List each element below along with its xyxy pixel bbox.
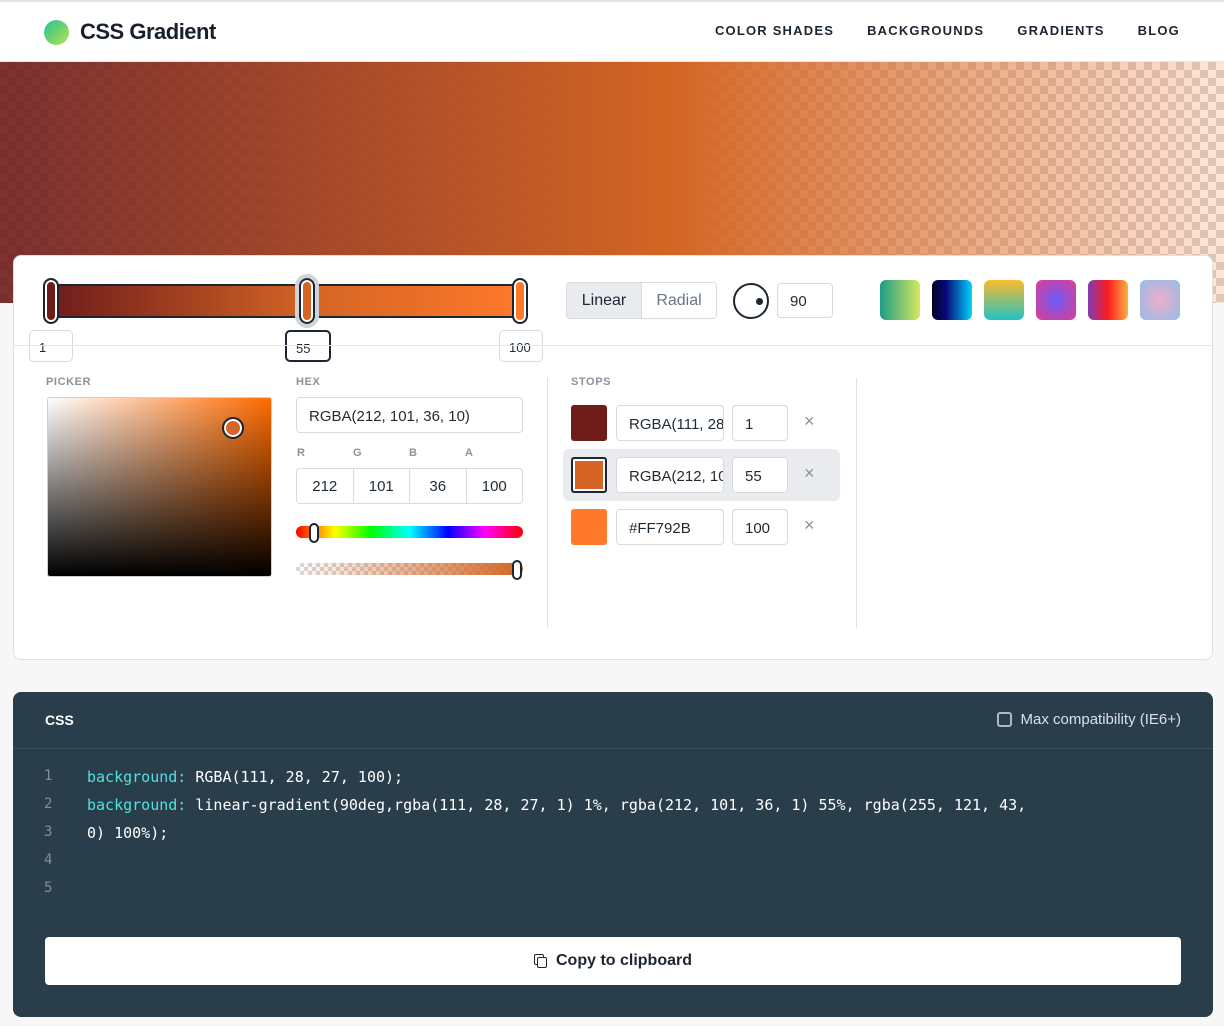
nav-links: COLOR SHADES BACKGROUNDS GRADIENTS BLOG — [715, 23, 1180, 38]
max-compatibility-label: Max compatibility (IE6+) — [1020, 711, 1181, 728]
css-property: background: — [87, 796, 187, 814]
alpha-slider-fill — [296, 563, 523, 575]
rgba-inputs: 212 101 36 100 — [296, 468, 523, 504]
css-panel-title: CSS — [45, 712, 74, 728]
gradient-type-toggle: Linear Radial — [566, 282, 717, 319]
line-number: 1 — [44, 768, 53, 784]
logo[interactable]: CSS Gradient — [44, 19, 216, 45]
stop-position-input-3[interactable]: 100 — [499, 330, 543, 362]
hue-slider[interactable] — [296, 526, 523, 538]
nav-link-backgrounds[interactable]: BACKGROUNDS — [867, 23, 984, 38]
nav-link-blog[interactable]: BLOG — [1138, 23, 1180, 38]
logo-icon — [44, 19, 69, 45]
line-number: 2 — [44, 796, 53, 812]
channel-label-g: G — [353, 447, 362, 459]
angle-input[interactable]: 90 — [777, 283, 833, 318]
preset-green-yellow[interactable] — [880, 280, 920, 320]
copy-icon — [534, 954, 548, 968]
stop-color-input[interactable]: RGBA(212, 101, 36, 100) — [616, 457, 724, 493]
stop-row[interactable]: RGBA(212, 101, 36, 100) 55 × — [563, 449, 840, 501]
hue-slider-handle[interactable] — [309, 523, 319, 543]
css-property: background: — [87, 768, 187, 786]
checkbox-icon[interactable] — [996, 712, 1012, 727]
code-line: 1 background: RGBA(111, 28, 27, 100); — [13, 768, 1213, 796]
preset-swatches — [880, 280, 1180, 320]
preset-red-blue[interactable] — [1088, 280, 1128, 320]
code-line: 2 background: linear-gradient(90deg,rgba… — [13, 796, 1213, 824]
gradient-editor: 1 55 100 Linear Radial 90 PICKER HEX RGB… — [13, 255, 1213, 660]
gradient-bar[interactable] — [46, 284, 528, 318]
hex-input[interactable]: RGBA(212, 101, 36, 10) — [296, 397, 523, 433]
close-icon[interactable]: × — [804, 411, 815, 432]
stop-position-field[interactable]: 1 — [732, 405, 788, 441]
editor-divider — [14, 345, 1212, 346]
gradient-handle-1[interactable] — [43, 278, 59, 324]
stop-position-input-1[interactable]: 1 — [29, 330, 73, 362]
preset-yellow-teal[interactable] — [984, 280, 1024, 320]
channel-label-r: R — [297, 447, 305, 459]
stop-position-input-2[interactable]: 55 — [285, 330, 331, 362]
channel-input-r[interactable]: 212 — [297, 469, 354, 503]
stops-label: STOPS — [571, 376, 612, 388]
stop-swatch[interactable] — [571, 405, 607, 441]
line-number: 3 — [44, 824, 53, 840]
close-icon[interactable]: × — [804, 463, 815, 484]
channel-input-b[interactable]: 36 — [410, 469, 467, 503]
copy-button-label: Copy to clipboard — [556, 952, 692, 969]
picker-knob[interactable] — [222, 417, 244, 439]
stop-swatch[interactable] — [571, 457, 607, 493]
css-output-panel: CSS Max compatibility (IE6+) 1 backgroun… — [13, 692, 1213, 1017]
css-value: 0) 100%); — [87, 824, 169, 842]
code-line: 5 — [13, 880, 1213, 908]
line-number: 5 — [44, 880, 53, 896]
preset-lavender[interactable] — [1140, 280, 1180, 320]
gradient-handle-3[interactable] — [512, 278, 528, 324]
channel-input-g[interactable]: 101 — [354, 469, 410, 503]
nav-link-color-shades[interactable]: COLOR SHADES — [715, 23, 834, 38]
code-line: 4 — [13, 852, 1213, 880]
stop-row[interactable]: RGBA(111, 28, 27, 100) 1 × — [563, 397, 840, 449]
stop-position-field[interactable]: 100 — [732, 509, 788, 545]
css-value: linear-gradient(90deg,rgba(111, 28, 27, … — [186, 796, 1027, 814]
column-divider-1 — [547, 378, 548, 628]
type-linear-button[interactable]: Linear — [567, 283, 642, 318]
channel-label-a: A — [465, 447, 473, 459]
column-divider-2 — [856, 378, 857, 628]
angle-dial-dot — [756, 298, 763, 305]
type-radial-button[interactable]: Radial — [642, 283, 716, 318]
picker-label: PICKER — [46, 376, 92, 388]
stop-swatch[interactable] — [571, 509, 607, 545]
channel-label-b: B — [409, 447, 417, 459]
angle-dial-icon[interactable] — [733, 283, 769, 319]
alpha-slider-handle[interactable] — [512, 560, 522, 580]
stop-color-input[interactable]: #FF792B — [616, 509, 724, 545]
nav-link-gradients[interactable]: GRADIENTS — [1017, 23, 1104, 38]
stop-color-input[interactable]: RGBA(111, 28, 27, 100) — [616, 405, 724, 441]
copy-to-clipboard-button[interactable]: Copy to clipboard — [45, 937, 1181, 985]
gradient-handle-2[interactable] — [295, 274, 319, 328]
logo-text: CSS Gradient — [80, 19, 216, 44]
css-panel-divider — [13, 748, 1213, 749]
css-value: RGBA(111, 28, 27, 100); — [186, 768, 404, 786]
stop-position-field[interactable]: 55 — [732, 457, 788, 493]
channel-input-a[interactable]: 100 — [467, 469, 523, 503]
alpha-slider[interactable] — [296, 563, 523, 575]
top-nav: CSS Gradient COLOR SHADES BACKGROUNDS GR… — [0, 0, 1224, 62]
stop-row[interactable]: #FF792B 100 × — [563, 501, 840, 553]
hex-label: HEX — [296, 376, 321, 388]
css-code-block[interactable]: 1 background: RGBA(111, 28, 27, 100); 2 … — [13, 768, 1213, 908]
line-number: 4 — [44, 852, 53, 868]
preset-navy-blue[interactable] — [932, 280, 972, 320]
preset-purple-pink[interactable] — [1036, 280, 1076, 320]
code-line: 3 0) 100%); — [13, 824, 1213, 852]
max-compatibility-toggle[interactable]: Max compatibility (IE6+) — [996, 711, 1181, 728]
close-icon[interactable]: × — [804, 515, 815, 536]
